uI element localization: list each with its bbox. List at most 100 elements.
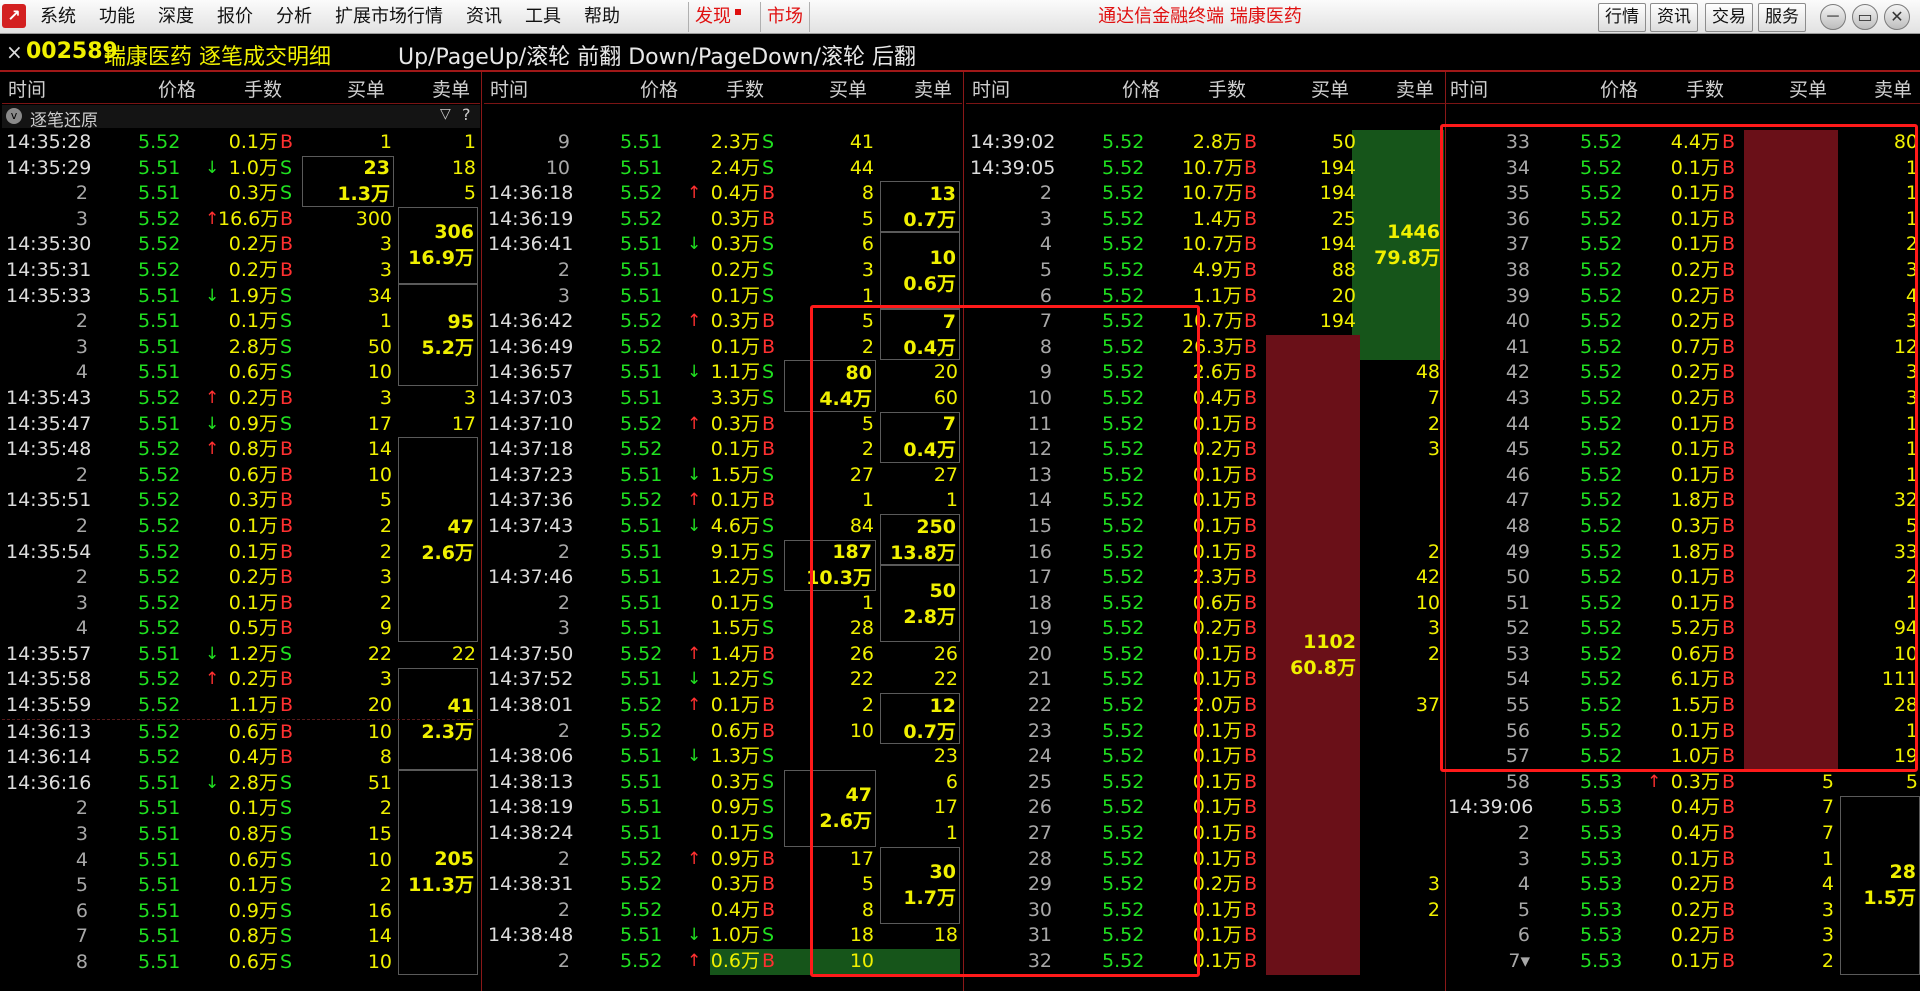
table-row[interactable]: 5 5.51 0.1万 S 2 xyxy=(2,873,480,899)
table-row[interactable]: 58 5.53 ↑ 0.3万 B 5 5 xyxy=(1444,770,1920,796)
sell-order-header[interactable]: 卖单 xyxy=(1874,75,1912,102)
menu-discover[interactable]: 发现 xyxy=(688,2,747,32)
time-header[interactable]: 时间 xyxy=(8,75,46,102)
table-row[interactable]: 14:36:41 5.51 ↓ 0.3万 S 6 xyxy=(484,232,962,258)
table-row[interactable]: 3 5.51 2.8万 S 50 xyxy=(2,335,480,361)
help-icon[interactable]: ? xyxy=(462,105,471,124)
table-row[interactable]: 2 5.52 0.6万 B 10 xyxy=(2,463,480,489)
sell-order-header[interactable]: 卖单 xyxy=(432,75,470,102)
sell-order-header[interactable]: 卖单 xyxy=(1396,75,1434,102)
time-header[interactable]: 时间 xyxy=(1450,75,1488,102)
buy-order-header[interactable]: 买单 xyxy=(1311,75,1349,102)
table-row[interactable]: 7 5.51 0.8万 S 14 xyxy=(2,924,480,950)
table-row[interactable]: 14:39:02 5.52 2.8万 B 50 xyxy=(966,130,1444,156)
volume-header[interactable]: 手数 xyxy=(1208,75,1246,102)
table-row[interactable]: 14:35:54 5.52 0.1万 B 2 xyxy=(2,540,480,566)
table-row[interactable]: 14:35:48 5.52 ↑ 0.8万 B 14 xyxy=(2,437,480,463)
buy-order-header[interactable]: 买单 xyxy=(347,75,385,102)
table-row[interactable]: 2 5.52 10.7万 B 194 xyxy=(966,181,1444,207)
menu-market[interactable]: 市场 xyxy=(760,2,810,32)
close-window-icon[interactable]: ✕ xyxy=(1884,4,1910,30)
buy-order-header[interactable]: 买单 xyxy=(1789,75,1827,102)
time-header[interactable]: 时间 xyxy=(490,75,528,102)
close-panel-icon[interactable]: × xyxy=(6,40,23,64)
table-row[interactable]: 14:35:59 5.52 1.1万 B 20 xyxy=(2,693,480,719)
menu-item[interactable]: 扩展市场行情 xyxy=(335,0,443,34)
price-header[interactable]: 价格 xyxy=(1122,75,1160,102)
trade-button[interactable]: 交易 xyxy=(1705,3,1753,32)
price-header[interactable]: 价格 xyxy=(640,75,678,102)
menu-item[interactable]: 帮助 xyxy=(584,0,620,34)
table-row[interactable]: 14:35:47 5.51 ↓ 0.9万 S 17 17 xyxy=(2,412,480,438)
minimize-icon[interactable]: － xyxy=(1820,4,1846,30)
price-header[interactable]: 价格 xyxy=(158,75,196,102)
table-row[interactable]: 4 5.51 0.6万 S 10 xyxy=(2,848,480,874)
table-row[interactable]: 2 5.53 0.4万 B 7 xyxy=(1444,821,1920,847)
table-row[interactable]: 14:35:51 5.52 0.3万 B 5 xyxy=(2,488,480,514)
table-row[interactable]: 4 5.52 10.7万 B 194 xyxy=(966,232,1444,258)
volume-header[interactable]: 手数 xyxy=(1686,75,1724,102)
buy-order-header[interactable]: 买单 xyxy=(829,75,867,102)
news-button[interactable]: 资讯 xyxy=(1650,3,1698,32)
table-row[interactable]: 2 5.51 0.1万 S 2 xyxy=(2,796,480,822)
menu-item[interactable]: 深度 xyxy=(158,0,194,34)
menu-item[interactable]: 功能 xyxy=(99,0,135,34)
table-row[interactable]: 2 5.51 0.1万 S 1 xyxy=(2,309,480,335)
table-row[interactable]: 14:35:29 5.51 ↓ 1.0万 S 18 xyxy=(2,156,480,182)
table-row[interactable]: 3 5.51 0.8万 S 15 xyxy=(2,822,480,848)
table-row[interactable]: 4 5.53 0.2万 B 4 xyxy=(1444,872,1920,898)
table-row[interactable]: 6 5.51 0.9万 S 16 xyxy=(2,899,480,925)
table-row[interactable]: 9 5.51 2.3万 S 41 xyxy=(484,130,962,156)
table-row[interactable]: 8 5.51 0.6万 S 10 xyxy=(2,950,480,976)
table-row[interactable]: 14:36:16 5.51 ↓ 2.8万 S 51 xyxy=(2,771,480,797)
table-row[interactable]: 5 5.52 4.9万 B 88 xyxy=(966,258,1444,284)
table-row[interactable]: 14:35:30 5.52 0.2万 B 3 xyxy=(2,232,480,258)
table-row[interactable]: 14:36:14 5.52 0.4万 B 8 xyxy=(2,745,480,771)
table-row[interactable]: 3 5.52 ↑ 16.6万 B 300 xyxy=(2,207,480,233)
table-row[interactable]: 14:36:13 5.52 0.6万 B 10 xyxy=(2,718,480,746)
volume-header[interactable]: 手数 xyxy=(244,75,282,102)
chevron-down-icon[interactable]: v xyxy=(6,108,22,124)
trade-price: 5.51 xyxy=(620,617,663,640)
table-row[interactable]: 14:39:05 5.52 10.7万 B 194 xyxy=(966,156,1444,182)
table-row[interactable]: 6 5.53 0.2万 B 3 xyxy=(1444,923,1920,949)
time-header[interactable]: 时间 xyxy=(972,75,1010,102)
price-header[interactable]: 价格 xyxy=(1600,75,1638,102)
restore-toggle-bar[interactable]: v 逐笔还原 ▽? xyxy=(2,105,480,131)
filter-icon[interactable]: ▽ xyxy=(440,106,451,122)
table-row[interactable]: 10 5.51 2.4万 S 44 xyxy=(484,156,962,182)
menu-item[interactable]: 资讯 xyxy=(466,0,502,34)
table-row[interactable]: 3 5.52 0.1万 B 2 xyxy=(2,591,480,617)
table-row[interactable]: 14:35:57 5.51 ↓ 1.2万 S 22 22 xyxy=(2,642,480,668)
table-row[interactable]: 3 5.52 1.4万 B 25 xyxy=(966,207,1444,233)
menu-item[interactable]: 工具 xyxy=(525,0,561,34)
buy-order-size: 4 xyxy=(1821,873,1834,896)
table-row[interactable]: 4 5.51 0.6万 S 10 xyxy=(2,360,480,386)
table-row[interactable]: 14:35:43 5.52 ↑ 0.2万 B 3 3 xyxy=(2,386,480,412)
table-row[interactable]: 2 5.52 0.2万 B 3 xyxy=(2,565,480,591)
menu-item[interactable]: 系统 xyxy=(40,0,76,34)
table-row[interactable]: 14:35:58 5.52 ↑ 0.2万 B 3 xyxy=(2,667,480,693)
menu-item[interactable]: 分析 xyxy=(276,0,312,34)
table-row[interactable]: 2 5.52 0.1万 B 2 xyxy=(2,514,480,540)
menu-item[interactable]: 报价 xyxy=(217,0,253,34)
quote-button[interactable]: 行情 xyxy=(1598,3,1646,32)
table-row[interactable]: 14:35:33 5.51 ↓ 1.9万 S 34 xyxy=(2,284,480,310)
table-row[interactable]: 14:35:31 5.52 0.2万 B 3 xyxy=(2,258,480,284)
table-row[interactable]: 14:35:28 5.52 0.1万 B 1 1 xyxy=(2,130,480,156)
restore-icon[interactable]: ▭ xyxy=(1852,4,1878,30)
service-button[interactable]: 服务 xyxy=(1758,3,1806,32)
sell-order-header[interactable]: 卖单 xyxy=(914,75,952,102)
table-row[interactable]: 14:39:06 5.53 0.4万 B 7 xyxy=(1444,795,1920,821)
table-row[interactable]: 4 5.52 0.5万 B 9 xyxy=(2,616,480,642)
table-row[interactable]: 2 5.51 0.2万 S 3 xyxy=(484,258,962,284)
table-row[interactable]: 14:36:19 5.52 0.3万 B 5 xyxy=(484,207,962,233)
table-row[interactable]: 5 5.53 0.2万 B 3 xyxy=(1444,898,1920,924)
volume-header[interactable]: 手数 xyxy=(726,75,764,102)
table-row[interactable]: 7▾ 5.53 0.1万 B 2 xyxy=(1444,949,1920,975)
table-row[interactable]: 3 5.53 0.1万 B 1 xyxy=(1444,847,1920,873)
table-row[interactable]: 14:36:18 5.52 ↑ 0.4万 B 8 xyxy=(484,181,962,207)
table-row[interactable]: 2 5.51 0.3万 S 5 xyxy=(2,181,480,207)
trade-column-1: 时间 价格 手数 买单 卖单 v 逐笔还原 ▽? 23 1.3万 306 16.9万 95 5.2万 47 2… xyxy=(2,72,480,991)
app-logo-icon[interactable]: ↗ xyxy=(2,4,26,28)
